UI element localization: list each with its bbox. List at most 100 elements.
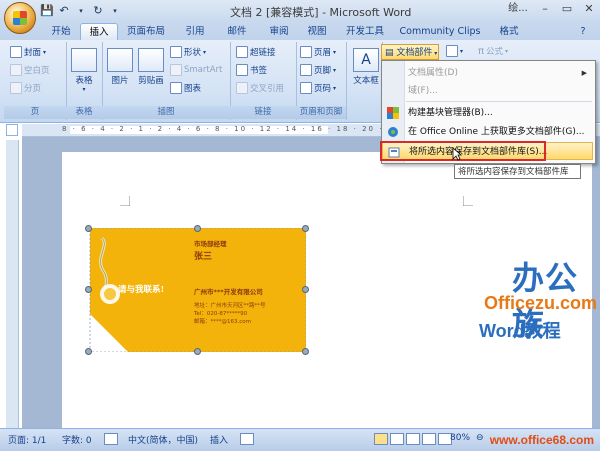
menu-item-document-properties[interactable]: 文档属性(D) ▶	[382, 64, 593, 82]
undo-dropdown-icon[interactable]: ▾	[74, 4, 88, 18]
tab-community-clips[interactable]: Community Clips	[398, 23, 482, 40]
menu-item-office-online[interactable]: 在 Office Online 上获取更多文档部件(G)...	[382, 123, 593, 141]
minimize-icon[interactable]: –	[534, 0, 556, 18]
picture-button[interactable]: 图片	[106, 48, 134, 86]
ribbon-tabs: 开始 插入 页面布局 引用 邮件 审阅 视图 开发工具 Community Cl…	[0, 22, 600, 41]
office-button[interactable]	[4, 2, 36, 34]
zoom-out-icon[interactable]: ⊖	[476, 433, 484, 443]
resize-handle-tl[interactable]	[85, 225, 92, 232]
building-blocks-icon	[387, 107, 399, 119]
spellcheck-icon[interactable]	[104, 433, 118, 445]
tab-page-layout[interactable]: 页面布局	[120, 23, 172, 40]
vertical-ruler[interactable]	[6, 140, 19, 428]
tab-developer[interactable]: 开发工具	[340, 23, 390, 40]
smartart-button[interactable]: SmartArt	[170, 64, 222, 76]
tab-format[interactable]: 格式	[494, 23, 524, 40]
maximize-icon[interactable]: ▭	[556, 0, 578, 18]
group-label-header-footer: 页眉和页脚	[296, 106, 346, 119]
clipart-button[interactable]: 剪贴画	[136, 48, 166, 86]
margin-corner-top-left	[120, 196, 130, 206]
tab-home[interactable]: 开始	[48, 23, 74, 40]
group-tables: 表格 ▾ 表格	[66, 42, 103, 120]
tab-view[interactable]: 视图	[302, 23, 332, 40]
page-break-icon	[10, 82, 22, 94]
resize-handle-r[interactable]	[302, 286, 309, 293]
card-email: 邮箱：****@163.com	[194, 319, 251, 325]
resize-handle-bl[interactable]	[85, 348, 92, 355]
card-name: 张三	[194, 252, 213, 262]
menu-item-building-blocks[interactable]: 构建基块管理器(B)...	[382, 104, 593, 122]
ruler-toggle[interactable]	[6, 124, 18, 136]
help-icon[interactable]: ?	[572, 23, 594, 40]
resize-handle-tr[interactable]	[302, 225, 309, 232]
outline-icon[interactable]	[422, 433, 436, 445]
tab-review[interactable]: 审阅	[264, 23, 294, 40]
page-number-button[interactable]: 页码 ▾	[300, 82, 336, 94]
close-icon[interactable]: ✕	[578, 0, 600, 18]
office-online-icon	[388, 127, 398, 137]
resize-handle-b[interactable]	[194, 348, 201, 355]
highlight-box	[380, 141, 546, 161]
print-layout-icon[interactable]	[374, 433, 388, 445]
macro-record-icon[interactable]	[240, 433, 254, 445]
status-words[interactable]: 字数: 0	[62, 433, 92, 446]
field-icon	[387, 85, 399, 97]
cover-page-button[interactable]: 封面 ▾	[10, 46, 46, 58]
title-bar: 💾 ↶ ▾ ↻ ▾ 文档 2 [兼容模式] - Microsoft Word 绘…	[0, 0, 600, 22]
resize-handle-br[interactable]	[302, 348, 309, 355]
blank-page-button[interactable]: 空白页	[10, 64, 50, 76]
tab-references[interactable]: 引用	[180, 23, 210, 40]
group-links: 超链接 书签 交叉引用 链接	[230, 42, 297, 120]
page-break-button[interactable]: 分页	[10, 82, 41, 94]
quick-access-toolbar: 💾 ↶ ▾ ↻ ▾	[40, 4, 122, 18]
textbox-button[interactable]: A 文本框	[350, 48, 382, 86]
full-screen-icon[interactable]	[390, 433, 404, 445]
menu-item-field[interactable]: 域(F)...	[382, 82, 593, 100]
mouse-cursor-icon	[452, 147, 462, 161]
web-layout-icon[interactable]	[406, 433, 420, 445]
resize-handle-l[interactable]	[85, 286, 92, 293]
hyperlink-button[interactable]: 超链接	[236, 46, 276, 58]
card-cta: 请与我联系!	[118, 285, 165, 295]
table-button[interactable]: 表格 ▾	[70, 48, 98, 93]
group-label-illustrations: 插图	[102, 106, 230, 119]
shapes-button[interactable]: 形状 ▾	[170, 46, 206, 58]
business-card[interactable]: 请与我联系! 市场部经理 张三 广州市***开发有限公司 地址：广州市天河区**…	[85, 225, 309, 355]
status-insert-mode[interactable]: 插入	[210, 433, 228, 446]
window-controls: 绘... – ▭ ✕	[502, 0, 600, 18]
redo-icon[interactable]: ↻	[91, 4, 105, 18]
zoom-level[interactable]: 80%	[450, 433, 470, 443]
textbox-icon: A	[353, 48, 379, 72]
header-button[interactable]: 页眉 ▾	[300, 46, 336, 58]
cover-page-icon	[10, 46, 22, 58]
chart-button[interactable]: 图表	[170, 82, 201, 94]
status-page[interactable]: 页面: 1/1	[8, 433, 46, 446]
crossref-button[interactable]: 交叉引用	[236, 82, 284, 94]
card-tel: Tel：020-87*****90	[194, 311, 248, 317]
footer-button[interactable]: 页脚 ▾	[300, 64, 336, 76]
menu-separator	[406, 101, 592, 102]
document-parts-button[interactable]: ▤ 文档部件 ▾	[381, 44, 439, 60]
status-language[interactable]: 中文(简体，中国)	[128, 433, 198, 446]
table-icon	[71, 48, 97, 72]
formula-button[interactable]: π 公式 ▾	[478, 45, 508, 58]
bookmark-button[interactable]: 书签	[236, 64, 267, 76]
signature-button[interactable]: ▾	[446, 45, 463, 57]
smartart-icon	[170, 64, 182, 76]
qat-customize-icon[interactable]: ▾	[108, 4, 122, 18]
save-icon[interactable]: 💾	[40, 4, 54, 18]
site-watermark: www.office68.com	[489, 433, 594, 447]
tab-mailings[interactable]: 邮件	[222, 23, 252, 40]
document-properties-icon	[387, 67, 399, 79]
resize-handle-t[interactable]	[194, 225, 201, 232]
tab-insert[interactable]: 插入	[80, 23, 118, 41]
group-illustrations: 图片 剪贴画 形状 ▾ SmartArt 图表 插图	[102, 42, 231, 120]
group-header-footer: 页眉 ▾ 页脚 ▾ 页码 ▾ 页眉和页脚	[296, 42, 347, 120]
undo-icon[interactable]: ↶	[57, 4, 71, 18]
margin-corner-top-right	[463, 196, 473, 206]
tag-hole-icon	[100, 284, 120, 304]
hyperlink-icon	[236, 46, 248, 58]
document-parts-icon: ▤	[385, 48, 397, 58]
signature-icon	[446, 45, 458, 57]
status-bar: 页面: 1/1 字数: 0 中文(简体，中国) 插入 80% ⊖ www.off…	[0, 428, 600, 451]
